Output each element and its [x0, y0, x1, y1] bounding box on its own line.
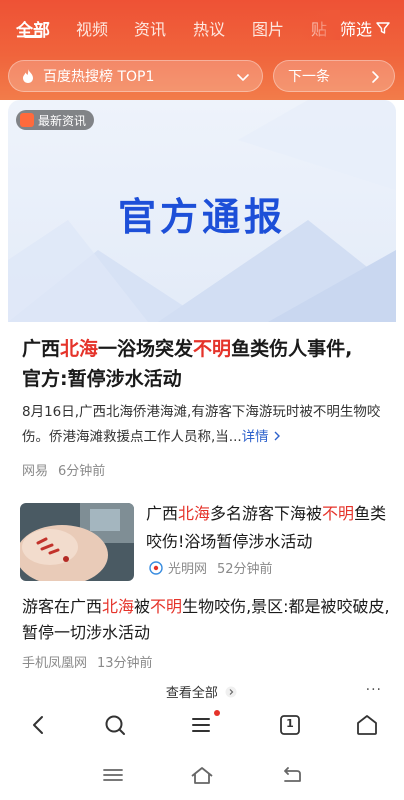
- news-card: 最新资讯 官方通报 广西北海一浴场突发不明鱼类伤人事件, 官方:暂停涉水活动 8月…: [8, 100, 396, 700]
- source-name: 光明网: [168, 562, 208, 577]
- filter-button[interactable]: 筛选: [340, 16, 390, 40]
- headline-part: 广西: [22, 338, 61, 360]
- headline-summary[interactable]: 8月16日,广西北海侨港海滩,有游客下海游玩时被不明生物咬伤。侨港海滩救援点工作…: [22, 400, 388, 450]
- next-item-pill[interactable]: 下一条: [273, 60, 395, 92]
- badge-label: 最新资讯: [38, 113, 87, 128]
- search-icon[interactable]: [102, 712, 128, 738]
- details-link-label: 详情: [241, 429, 269, 445]
- banner-title: 官方通报: [117, 195, 286, 239]
- story-thumbnail[interactable]: [20, 503, 134, 581]
- title-part: 多名游客下海被: [210, 504, 323, 523]
- publish-time: 13分钟前: [97, 656, 153, 671]
- bottom-toolbar: 1: [0, 700, 404, 750]
- title-keyword: 不明: [322, 504, 355, 523]
- hot-search-label: 百度热搜榜 TOP1: [43, 69, 155, 85]
- chevron-right-icon: [274, 431, 280, 441]
- more-options-icon[interactable]: ···: [366, 682, 382, 698]
- news-banner-image[interactable]: 最新资讯 官方通报: [8, 100, 396, 322]
- headline-keyword: 北海: [60, 338, 99, 360]
- tab-video[interactable]: 视频: [76, 16, 108, 40]
- tab-discussion[interactable]: 热议: [193, 16, 225, 40]
- next-item-label: 下一条: [288, 69, 330, 85]
- tab-news[interactable]: 资讯: [134, 16, 166, 40]
- system-back-icon[interactable]: [281, 767, 303, 785]
- publish-time: 52分钟前: [217, 562, 273, 577]
- filter-icon: [376, 22, 390, 34]
- publish-time: 6分钟前: [58, 464, 106, 479]
- tab-scroll-fade: [300, 10, 340, 40]
- source-name: 网易: [22, 464, 49, 479]
- see-all-label: 查看全部: [165, 686, 218, 700]
- headline-title[interactable]: 广西北海一浴场突发不明鱼类伤人事件, 官方:暂停涉水活动: [22, 334, 388, 394]
- see-all-link[interactable]: 查看全部: [8, 682, 396, 700]
- menu-notification-dot: [214, 710, 220, 716]
- story-title[interactable]: 广西北海多名游客下海被不明鱼类咬伤!浴场暂停涉水活动: [146, 500, 392, 556]
- title-keyword: 不明: [150, 597, 183, 616]
- story-meta: 手机凤凰网 13分钟前: [22, 652, 153, 671]
- active-tab-indicator: [24, 35, 42, 38]
- headline-part: 鱼类伤人事件,: [231, 338, 353, 360]
- story-title[interactable]: 游客在广西北海被不明生物咬伤,景区:都是被咬破皮,暂停一切涉水活动: [22, 594, 392, 646]
- chevron-right-icon: [372, 71, 379, 83]
- details-link[interactable]: 详情: [242, 429, 281, 445]
- headline-part: 一浴场突发: [98, 338, 194, 360]
- title-part: 被: [134, 597, 151, 616]
- hot-search-pill[interactable]: 百度热搜榜 TOP1: [8, 60, 263, 92]
- chevron-down-icon: [237, 74, 249, 81]
- headline-part: 官方:暂停涉水活动: [22, 368, 182, 390]
- tab-count: 1: [286, 717, 294, 730]
- flame-icon: [23, 69, 33, 83]
- story-meta: 光明网 52分钟前: [148, 558, 273, 577]
- system-home-icon[interactable]: [190, 765, 214, 785]
- latest-news-badge: 最新资讯: [16, 110, 95, 130]
- home-icon[interactable]: [354, 712, 380, 738]
- headline-meta: 网易 6分钟前: [22, 460, 105, 479]
- menu-icon[interactable]: [189, 712, 215, 738]
- title-part: 广西: [146, 504, 179, 523]
- title-keyword: 北海: [102, 597, 135, 616]
- title-part: 游客在广西: [22, 597, 103, 616]
- tabs-button[interactable]: 1: [277, 712, 303, 738]
- filter-label: 筛选: [340, 20, 373, 39]
- news-badge-icon: [20, 113, 34, 127]
- back-icon[interactable]: [26, 712, 52, 738]
- system-navigation-bar: [0, 750, 404, 800]
- headline-keyword: 不明: [193, 338, 232, 360]
- source-name: 手机凤凰网: [22, 656, 88, 671]
- recent-apps-icon[interactable]: [102, 767, 124, 783]
- tab-images[interactable]: 图片: [252, 16, 284, 40]
- summary-text: 8月16日,广西北海侨港海滩,有游客下海游玩时被不明生物咬伤。侨港海滩救援点工作…: [22, 404, 381, 445]
- guangming-logo-icon: [149, 560, 163, 575]
- title-keyword: 北海: [178, 504, 211, 523]
- injury-photo: [20, 503, 134, 581]
- chevron-right-icon: [225, 686, 237, 698]
